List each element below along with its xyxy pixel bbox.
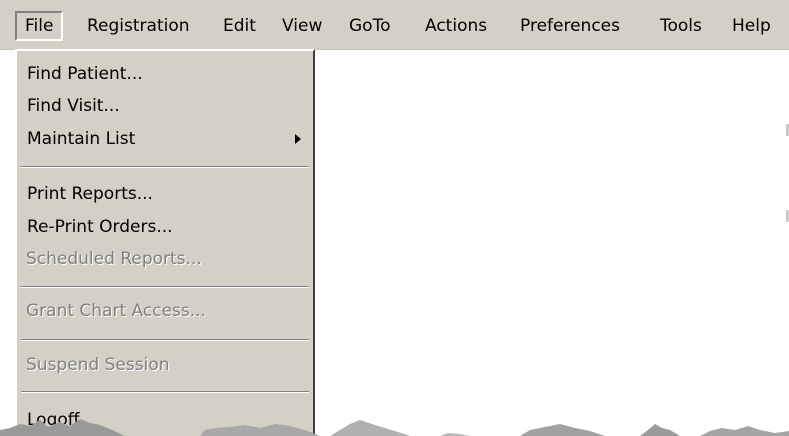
menu-separator	[21, 391, 309, 393]
menu-item-find-patient[interactable]: Find Patient...	[17, 59, 313, 89]
menu-item-label: Maintain List	[27, 129, 136, 149]
menu-file[interactable]: File	[15, 11, 64, 41]
menu-item-label: Suspend Session	[26, 355, 170, 375]
menu-item-label: Find Visit...	[27, 96, 120, 116]
menu-item-label: Find Patient...	[27, 64, 143, 84]
menu-registration[interactable]: Registration	[79, 11, 198, 41]
application-window: File Registration Edit View GoTo Actions…	[0, 0, 789, 436]
menu-item-label: Print Reports...	[27, 184, 153, 204]
menu-tools[interactable]: Tools	[652, 11, 710, 41]
menu-item-maintain-list[interactable]: Maintain List	[17, 124, 313, 154]
menu-separator	[21, 339, 309, 341]
menu-item-label: Scheduled Reports...	[26, 249, 202, 269]
menu-item-label: Re-Print Orders...	[27, 217, 173, 237]
file-menu-dropdown: Find Patient... Find Visit... Maintain L…	[15, 49, 315, 436]
menu-item-reprint-orders[interactable]: Re-Print Orders...	[17, 212, 313, 242]
menu-item-find-visit[interactable]: Find Visit...	[17, 91, 313, 121]
menu-actions[interactable]: Actions	[417, 11, 495, 41]
menu-preferences[interactable]: Preferences	[512, 11, 628, 41]
menu-edit[interactable]: Edit	[215, 11, 264, 41]
menu-separator	[21, 166, 309, 168]
menu-item-label: Grant Chart Access...	[26, 301, 206, 321]
menu-help[interactable]: Help	[724, 11, 779, 41]
chevron-right-icon	[295, 134, 301, 144]
menu-item-print-reports[interactable]: Print Reports...	[17, 179, 313, 209]
menu-item-grant-chart-access: Grant Chart Access... Grant Chart Access…	[17, 297, 313, 327]
menu-item-scheduled-reports: Scheduled Reports... Scheduled Reports..…	[17, 245, 313, 275]
menu-view[interactable]: View	[274, 11, 330, 41]
menu-separator	[21, 286, 309, 288]
menu-item-suspend-session: Suspend Session Suspend Session	[17, 351, 313, 381]
menu-bar: File Registration Edit View GoTo Actions…	[0, 0, 789, 50]
menu-goto[interactable]: GoTo	[341, 11, 398, 41]
decorative-waveform	[0, 419, 789, 436]
